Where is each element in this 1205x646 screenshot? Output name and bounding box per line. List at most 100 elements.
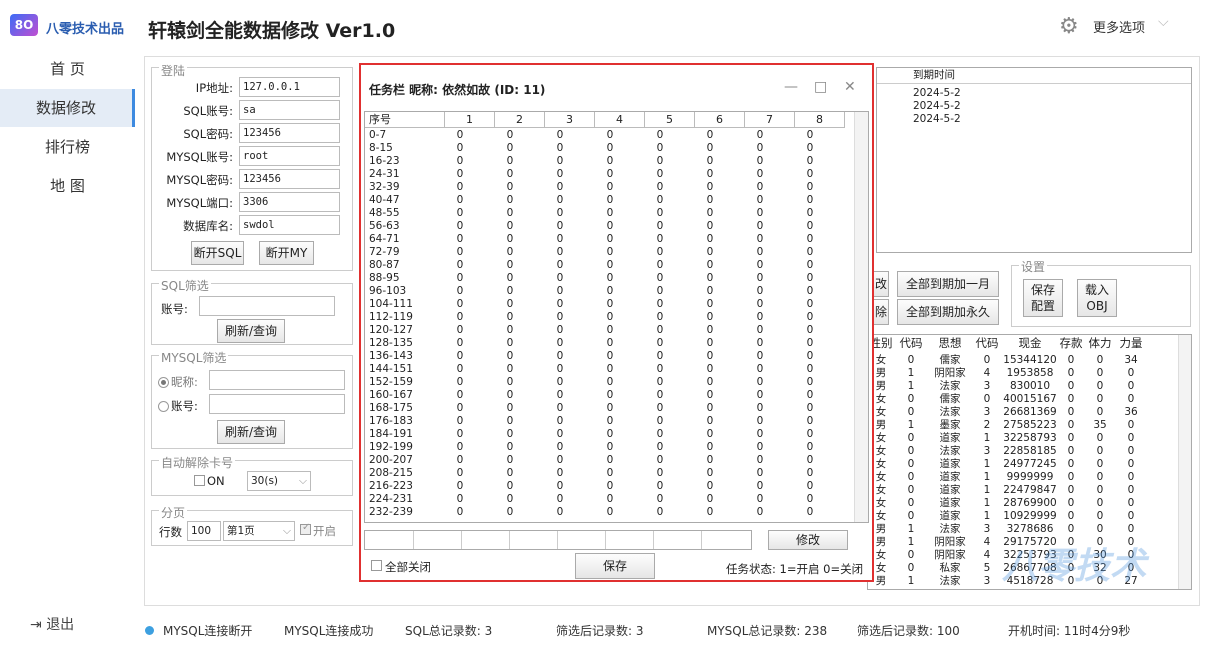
grid-cell[interactable]: 0 (645, 402, 675, 415)
nav-ranking[interactable]: 排行榜 (0, 128, 135, 166)
grid-cell[interactable]: 0 (545, 272, 575, 285)
grid-cell[interactable]: 0 (545, 363, 575, 376)
grid-cell[interactable]: 0 (795, 246, 825, 259)
grid-cell[interactable]: 0 (795, 168, 825, 181)
grid-row[interactable]: 96-103 0 0 0 0 0 0 0 0 (365, 285, 853, 298)
grid-cell[interactable]: 0 (795, 480, 825, 493)
grid-cell[interactable]: 0 (695, 233, 725, 246)
partial-delete-button[interactable]: 除 (873, 299, 889, 325)
grid-cell[interactable]: 0 (745, 285, 775, 298)
grid-cell[interactable]: 0 (445, 298, 475, 311)
grid-cell[interactable]: 0 (795, 363, 825, 376)
grid-cell[interactable]: 0 (595, 428, 625, 441)
grid-row[interactable]: 24-31 0 0 0 0 0 0 0 0 (365, 168, 853, 181)
grid-cell[interactable]: 0 (595, 155, 625, 168)
grid-cell[interactable]: 0 (495, 428, 525, 441)
grid-cell[interactable]: 0 (545, 155, 575, 168)
grid-cell[interactable]: 0 (695, 467, 725, 480)
grid-cell[interactable]: 0 (545, 142, 575, 155)
grid-cell[interactable]: 0 (645, 389, 675, 402)
grid-cell[interactable]: 0 (545, 480, 575, 493)
grid-row[interactable]: 0-7 0 0 0 0 0 0 0 0 (365, 129, 853, 142)
grid-cell[interactable]: 0 (745, 168, 775, 181)
grid-cell[interactable]: 0 (795, 233, 825, 246)
grid-cell[interactable]: 0 (445, 467, 475, 480)
grid-row[interactable]: 128-135 0 0 0 0 0 0 0 0 (365, 337, 853, 350)
grid-cell[interactable]: 0 (445, 194, 475, 207)
grid-cell[interactable]: 0 (495, 415, 525, 428)
grid-cell[interactable]: 0 (495, 233, 525, 246)
grid-cell[interactable]: 0 (495, 454, 525, 467)
grid-row[interactable]: 104-111 0 0 0 0 0 0 0 0 (365, 298, 853, 311)
grid-cell[interactable]: 0 (495, 246, 525, 259)
grid-cell[interactable]: 0 (545, 246, 575, 259)
grid-cell[interactable]: 0 (745, 246, 775, 259)
grid-cell[interactable]: 0 (595, 129, 625, 142)
grid-cell[interactable]: 0 (745, 272, 775, 285)
grid-cell[interactable]: 0 (745, 376, 775, 389)
grid-cell[interactable]: 0 (795, 337, 825, 350)
players-scrollbar[interactable] (1178, 335, 1191, 589)
grid-cell[interactable]: 0 (645, 220, 675, 233)
grid-cell[interactable]: 0 (645, 207, 675, 220)
grid-cell[interactable]: 0 (495, 363, 525, 376)
grid-cell[interactable]: 0 (595, 311, 625, 324)
grid-cell[interactable]: 0 (595, 363, 625, 376)
grid-cell[interactable]: 0 (495, 506, 525, 519)
grid-row[interactable]: 168-175 0 0 0 0 0 0 0 0 (365, 402, 853, 415)
grid-cell[interactable]: 0 (645, 415, 675, 428)
grid-cell[interactable]: 0 (695, 194, 725, 207)
modify-button[interactable]: 修改 (768, 530, 848, 550)
grid-cell[interactable]: 0 (645, 454, 675, 467)
grid-row[interactable]: 88-95 0 0 0 0 0 0 0 0 (365, 272, 853, 285)
maximize-icon[interactable]: □ (814, 79, 827, 95)
grid-cell[interactable]: 0 (495, 337, 525, 350)
dialog-save-button[interactable]: 保存 (575, 553, 655, 579)
grid-cell[interactable]: 0 (445, 363, 475, 376)
grid-cell[interactable]: 0 (595, 454, 625, 467)
grid-cell[interactable]: 0 (495, 155, 525, 168)
grid-cell[interactable]: 0 (595, 298, 625, 311)
grid-cell[interactable]: 0 (445, 272, 475, 285)
grid-row[interactable]: 136-143 0 0 0 0 0 0 0 0 (365, 350, 853, 363)
grid-cell[interactable]: 0 (645, 324, 675, 337)
grid-cell[interactable]: 0 (695, 259, 725, 272)
grid-cell[interactable]: 0 (695, 363, 725, 376)
page-select[interactable]: 第1页 ⌵ (223, 521, 295, 541)
grid-cell[interactable]: 0 (645, 259, 675, 272)
grid-cell[interactable]: 0 (795, 220, 825, 233)
grid-cell[interactable]: 0 (595, 480, 625, 493)
grid-row[interactable]: 48-55 0 0 0 0 0 0 0 0 (365, 207, 853, 220)
grid-cell[interactable]: 0 (745, 220, 775, 233)
grid-row[interactable]: 216-223 0 0 0 0 0 0 0 0 (365, 480, 853, 493)
grid-cell[interactable]: 0 (545, 207, 575, 220)
grid-row[interactable]: 184-191 0 0 0 0 0 0 0 0 (365, 428, 853, 441)
grid-cell[interactable]: 0 (745, 298, 775, 311)
grid-cell[interactable]: 0 (445, 181, 475, 194)
grid-cell[interactable]: 0 (645, 142, 675, 155)
grid-row[interactable]: 40-47 0 0 0 0 0 0 0 0 (365, 194, 853, 207)
grid-cell[interactable]: 0 (445, 207, 475, 220)
grid-cell[interactable]: 0 (445, 402, 475, 415)
grid-cell[interactable]: 0 (695, 129, 725, 142)
grid-cell[interactable]: 0 (445, 285, 475, 298)
grid-cell[interactable]: 0 (545, 428, 575, 441)
grid-cell[interactable]: 0 (695, 142, 725, 155)
add-forever-button[interactable]: 全部到期加永久 (897, 299, 999, 325)
grid-cell[interactable]: 0 (595, 324, 625, 337)
close-all-checkbox[interactable] (371, 560, 382, 571)
grid-cell[interactable]: 0 (545, 298, 575, 311)
logout-button[interactable]: ⇥ 退出 (30, 614, 74, 634)
login-field-input[interactable]: 127.0.0.1 (239, 77, 340, 97)
grid-cell[interactable]: 0 (445, 441, 475, 454)
grid-cell[interactable]: 0 (545, 181, 575, 194)
grid-cell[interactable]: 0 (695, 155, 725, 168)
grid-cell[interactable]: 0 (495, 220, 525, 233)
grid-cell[interactable]: 0 (745, 233, 775, 246)
grid-cell[interactable]: 0 (745, 363, 775, 376)
edit-row-inputs[interactable] (364, 530, 752, 550)
grid-row[interactable]: 160-167 0 0 0 0 0 0 0 0 (365, 389, 853, 402)
grid-cell[interactable]: 0 (645, 376, 675, 389)
grid-row[interactable]: 152-159 0 0 0 0 0 0 0 0 (365, 376, 853, 389)
grid-cell[interactable]: 0 (495, 311, 525, 324)
